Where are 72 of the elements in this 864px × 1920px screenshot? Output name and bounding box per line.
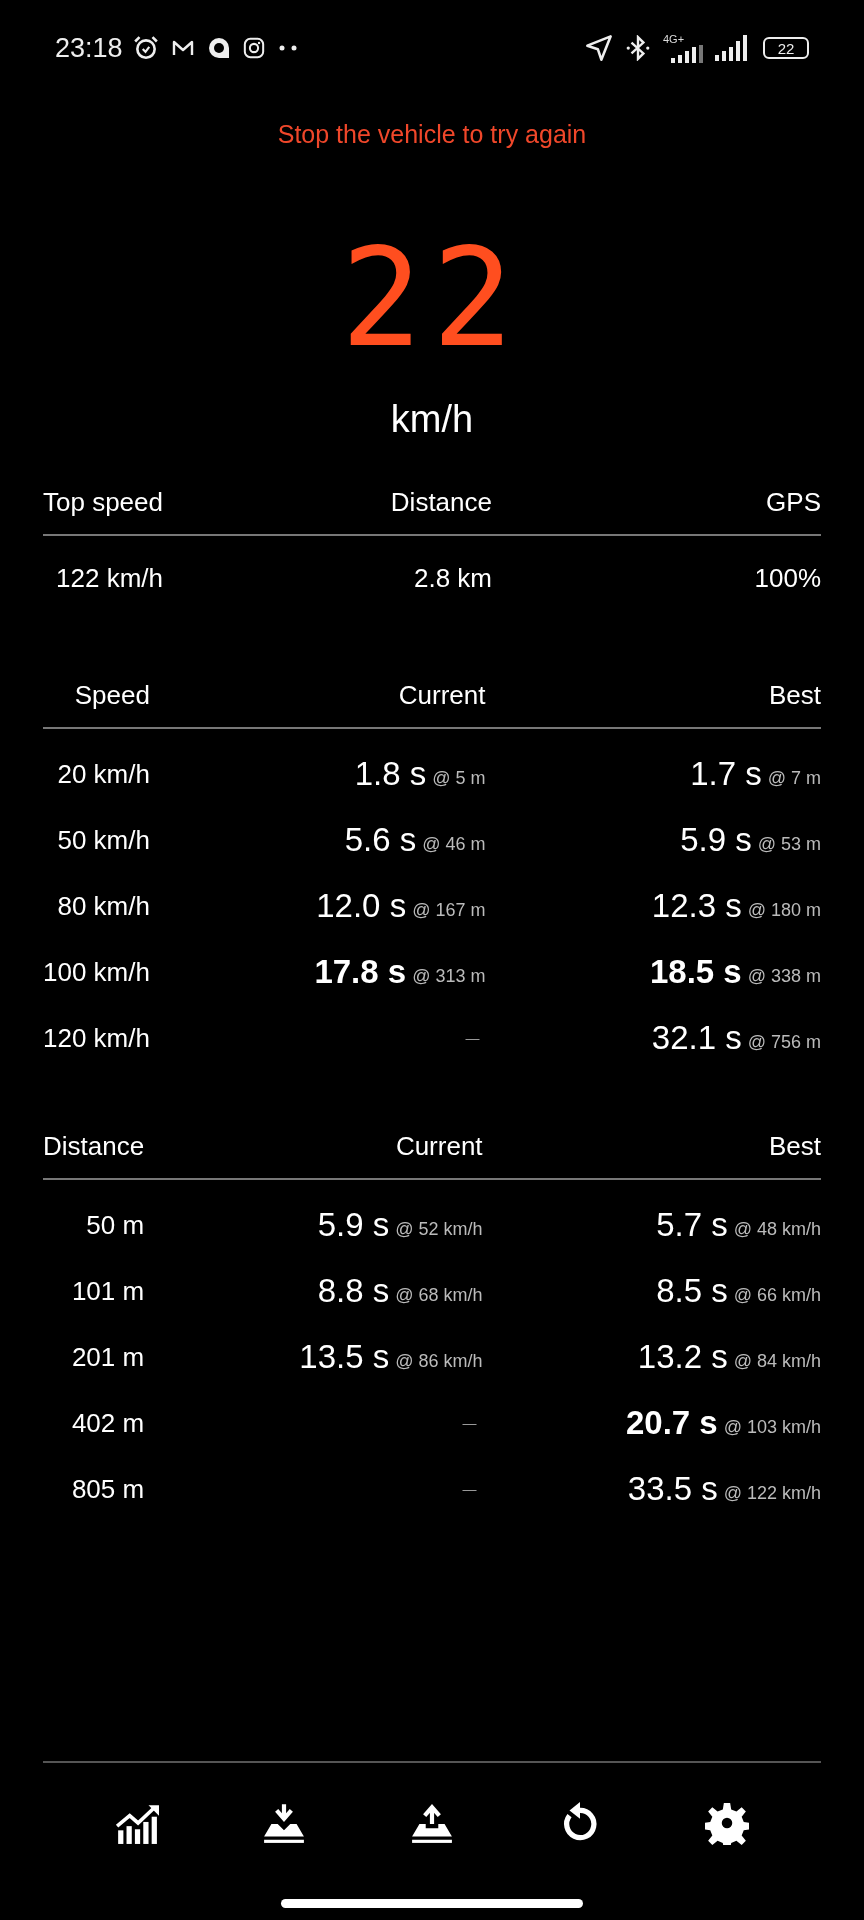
- warning-message: Stop the vehicle to try again: [276, 120, 588, 149]
- at-detail: @ 180 m: [747, 899, 821, 921]
- row-label: 20 km/h: [56, 757, 150, 791]
- row-label: 50 m: [85, 1208, 145, 1242]
- time-value: 13.2 s: [637, 1338, 728, 1376]
- time-value: 5.7 s: [656, 1206, 728, 1244]
- row-label: 80 km/h: [56, 889, 150, 923]
- camera-icon: [242, 37, 265, 59]
- time-value: 33.5 s: [627, 1470, 718, 1508]
- network-type: 4G+: [663, 33, 685, 45]
- speed-unit: km/h: [389, 398, 475, 441]
- time-value: 12.0 s: [316, 887, 407, 925]
- time-value: 32.1 s: [651, 1019, 742, 1057]
- at-detail: @ 52 km/h: [395, 1218, 483, 1240]
- chat-bubble-icon: [206, 36, 231, 60]
- at-detail: @ 46 m: [422, 833, 486, 855]
- time-value: 8.5 s: [656, 1272, 728, 1310]
- at-detail: @ 103 km/h: [723, 1416, 821, 1438]
- empty-dash: —: [462, 1415, 477, 1431]
- at-detail: @ 68 km/h: [395, 1284, 483, 1306]
- speed-readout: 22: [340, 224, 524, 374]
- at-detail: @ 53 m: [757, 833, 821, 855]
- time-value: 5.9 s: [317, 1206, 390, 1244]
- empty-dash: —: [465, 1030, 480, 1046]
- column-header: Distance: [43, 1131, 145, 1180]
- column-header: GPS: [492, 487, 821, 536]
- table-cell: 100%: [754, 562, 821, 594]
- at-detail: @ 5 m: [432, 767, 486, 789]
- time-value: 13.5 s: [299, 1338, 390, 1376]
- time-value: 5.9 s: [680, 821, 752, 859]
- at-detail: @ 756 m: [747, 1031, 821, 1053]
- row-label: 805 m: [70, 1472, 145, 1506]
- bluetooth-icon: [625, 35, 651, 61]
- time-value: 20.7 s: [625, 1404, 718, 1442]
- row-label: 201 m: [70, 1340, 145, 1374]
- time-value: 1.8 s: [354, 755, 427, 793]
- time-value: 18.5 s: [649, 953, 742, 991]
- column-header: Best: [485, 680, 821, 729]
- time-value: 1.7 s: [690, 755, 762, 793]
- time-value: 17.8 s: [314, 953, 407, 991]
- column-header: Distance: [163, 487, 492, 536]
- settings-icon[interactable]: [705, 1801, 750, 1845]
- download-tray-icon[interactable]: [262, 1801, 307, 1845]
- column-header: Top speed: [43, 487, 163, 536]
- time-value: 8.8 s: [317, 1272, 390, 1310]
- row-label: 402 m: [70, 1406, 145, 1440]
- column-header: Current: [149, 680, 486, 729]
- at-detail: @ 7 m: [767, 767, 821, 789]
- row-label: 50 km/h: [56, 823, 150, 857]
- at-detail: @ 122 km/h: [723, 1482, 821, 1504]
- empty-dash: —: [462, 1481, 477, 1497]
- at-detail: @ 48 km/h: [733, 1218, 821, 1240]
- at-detail: @ 338 m: [747, 965, 821, 987]
- at-detail: @ 167 m: [412, 899, 486, 921]
- column-header: Speed: [43, 680, 150, 729]
- at-detail: @ 84 km/h: [733, 1350, 821, 1372]
- location-arrow-icon: [585, 34, 613, 62]
- time-value: 12.3 s: [651, 887, 742, 925]
- table-cell: 122 km/h: [56, 562, 163, 594]
- row-label: 101 m: [70, 1274, 145, 1308]
- time-value: 5.6 s: [344, 821, 417, 859]
- battery-level: 22: [763, 37, 809, 59]
- table-cell: 2.8 km: [413, 562, 492, 594]
- clock-time: 23:18: [55, 32, 123, 64]
- at-detail: @ 66 km/h: [733, 1284, 821, 1306]
- at-detail: @ 313 m: [412, 965, 486, 987]
- column-header: Current: [144, 1131, 483, 1180]
- row-label: 120 km/h: [43, 1021, 150, 1055]
- alarm-clock-icon: [132, 35, 159, 61]
- column-header: Best: [482, 1131, 821, 1180]
- at-detail: @ 86 km/h: [395, 1350, 483, 1372]
- row-label: 100 km/h: [43, 955, 150, 989]
